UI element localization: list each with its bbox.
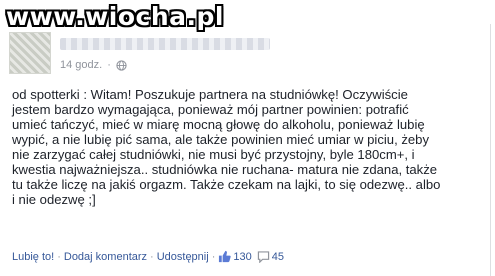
author-name-blurred[interactable] xyxy=(60,38,270,50)
comments-count[interactable]: 45 xyxy=(257,251,284,263)
comment-link[interactable]: Dodaj komentarz xyxy=(64,251,147,263)
action-separator: · xyxy=(211,250,216,263)
action-separator: · xyxy=(150,250,154,263)
comments-count-value: 45 xyxy=(271,250,284,263)
thumbs-up-icon xyxy=(218,250,232,263)
likes-count-value: 130 xyxy=(233,250,252,263)
post-line: nie zarzygać całej studniówki, nie musi … xyxy=(12,147,415,162)
post-line: kwestia najważniejsza.. studniówka nie r… xyxy=(12,162,438,177)
avatar[interactable] xyxy=(9,32,51,74)
like-link[interactable]: Lubię to! xyxy=(12,251,54,263)
globe-icon[interactable] xyxy=(116,59,127,71)
post-line: umieć tańczyć, mieć w miarę mocną głowę … xyxy=(12,117,425,132)
post-body: od spotterki : Witam! Poszukuje partnera… xyxy=(12,87,484,207)
post-line: tu także liczę na jakiś orgazm. Także cz… xyxy=(12,177,441,192)
post-actions: Lubię to! · Dodaj komentarz · Udostępnij… xyxy=(12,250,482,263)
post-line: i nie odezwę ;] xyxy=(12,192,96,207)
share-link[interactable]: Udostępnij xyxy=(157,251,209,263)
watermark: www.wiocha.pl xyxy=(6,2,224,31)
likes-count[interactable]: 130 xyxy=(218,250,252,263)
comment-icon xyxy=(257,250,270,263)
facebook-post: 14 godz. · od spotterki : Witam! Poszuku… xyxy=(0,24,491,276)
timestamp[interactable]: 14 godz. xyxy=(60,59,102,71)
post-line: od spotterki : Witam! Poszukuje partnera… xyxy=(12,87,408,102)
post-line: wypić, a nie lubię pić sama, ale także p… xyxy=(12,132,430,147)
post-line: jestem bardzo wymagająca, ponieważ mój p… xyxy=(12,102,409,117)
action-separator: · xyxy=(57,250,61,263)
meta-separator: · xyxy=(107,59,111,71)
post-meta: 14 godz. · xyxy=(60,59,127,71)
